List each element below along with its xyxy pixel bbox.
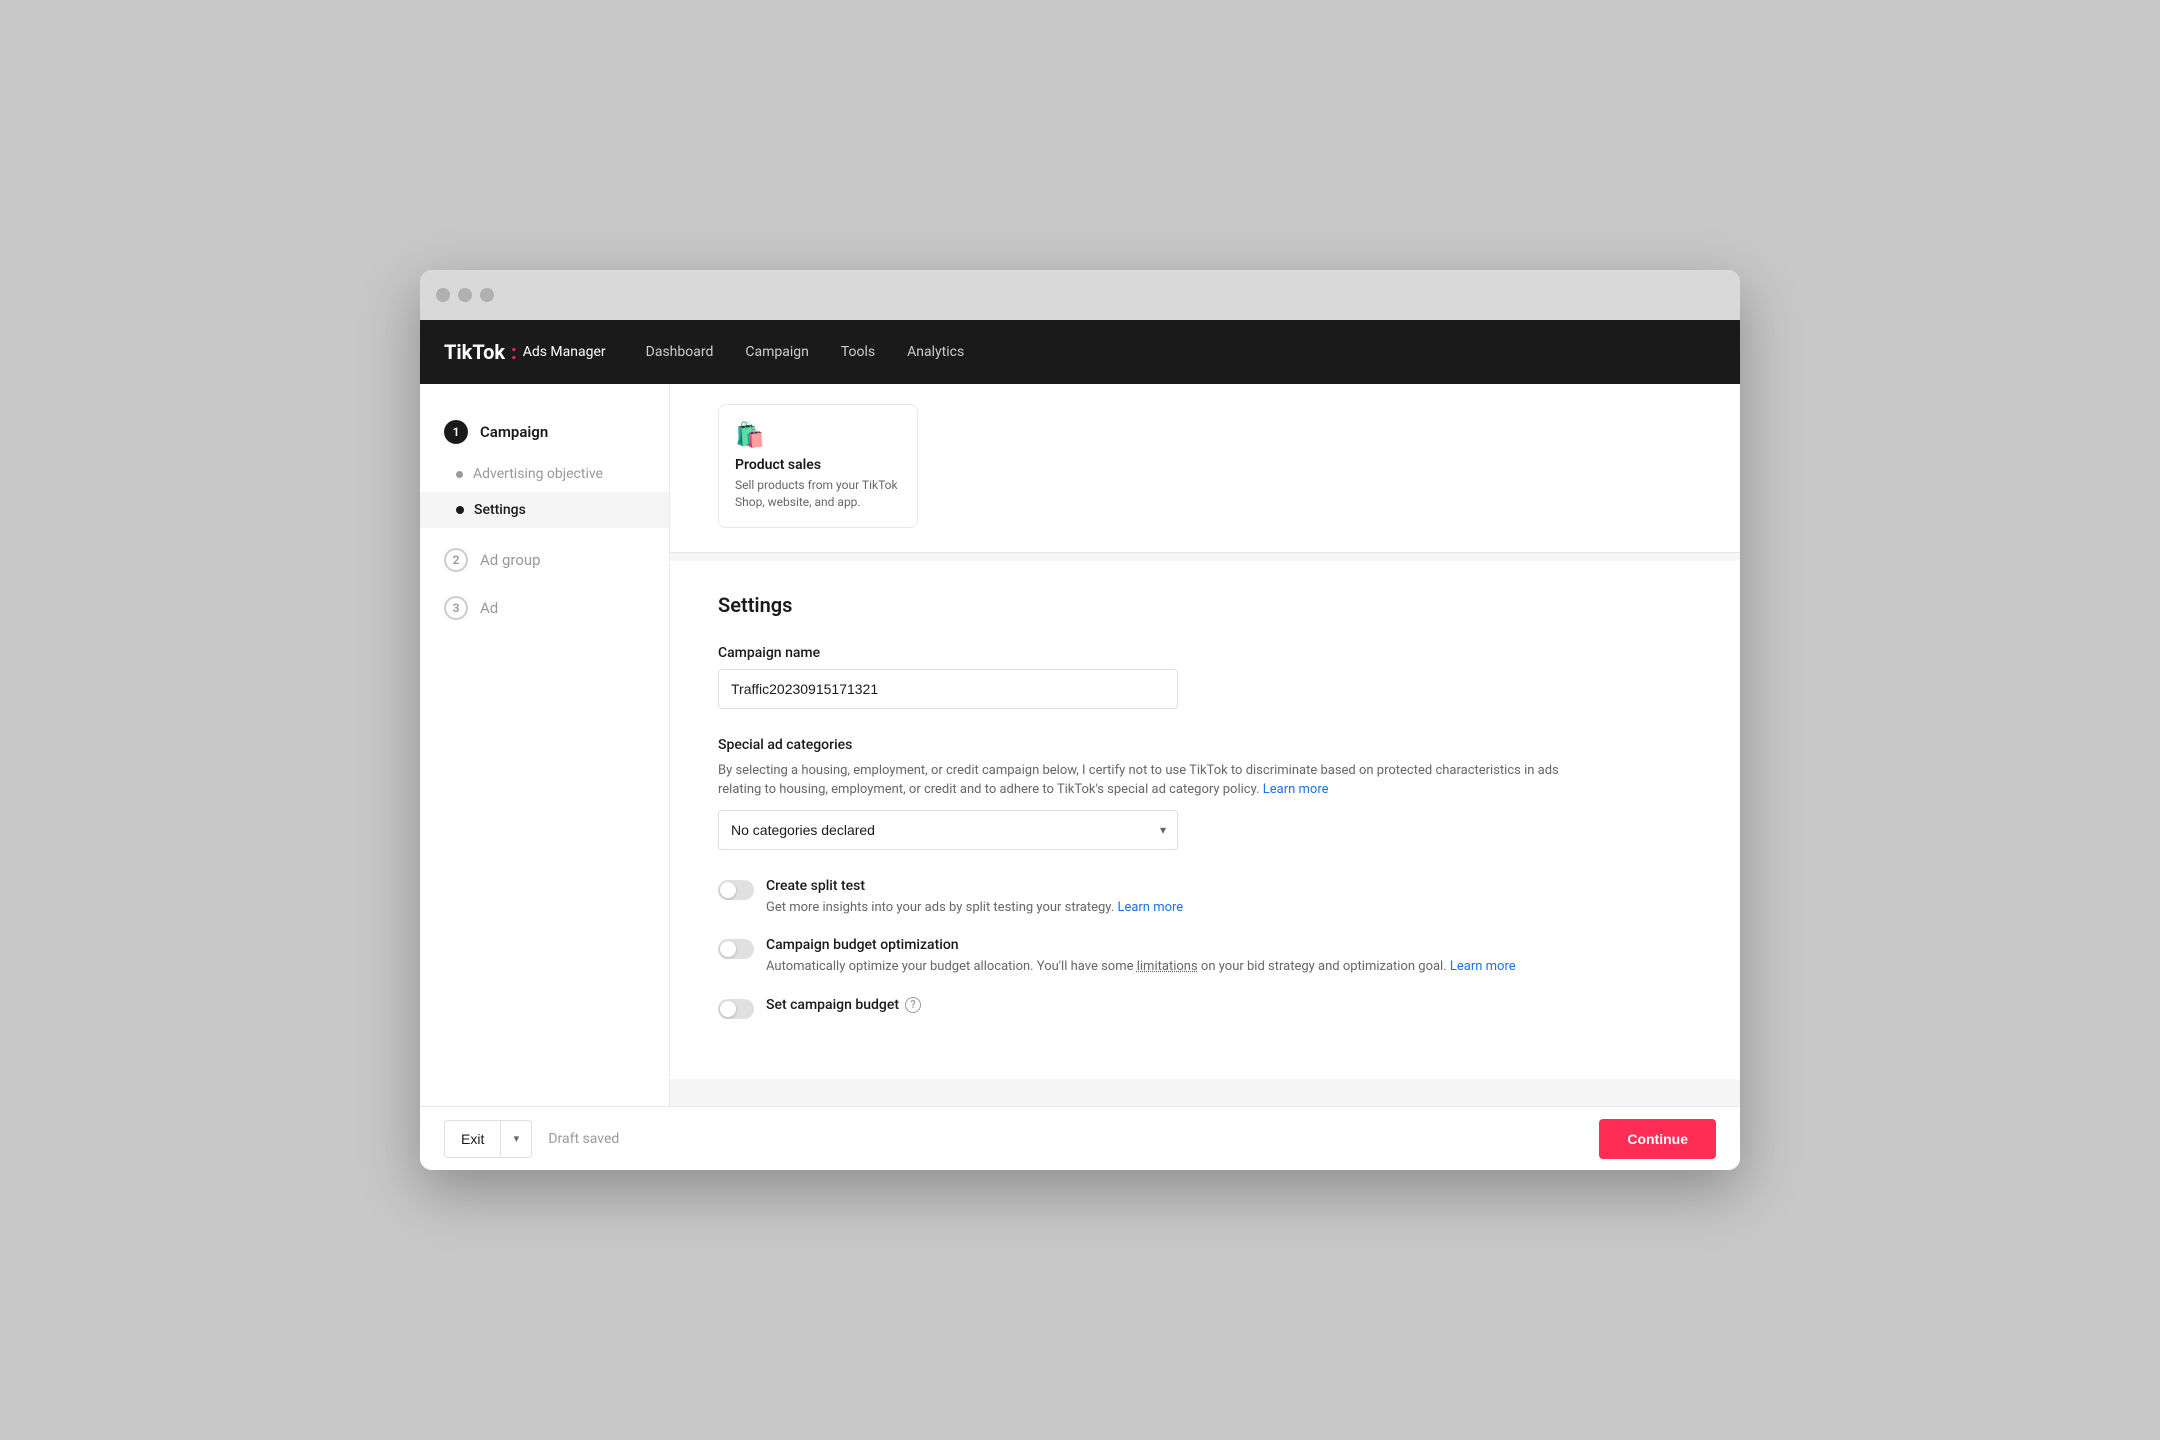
subitem-label-settings: Settings	[474, 502, 526, 518]
split-test-row: Create split test Get more insights into…	[718, 878, 1692, 918]
budget-opt-label: Campaign budget optimization	[766, 937, 1516, 953]
product-sales-title: Product sales	[735, 457, 901, 473]
sidebar-step-campaign[interactable]: 1 Campaign	[420, 408, 669, 456]
bottom-bar: Exit ▾ Draft saved Continue	[420, 1106, 1740, 1170]
budget-opt-toggle-knob	[720, 941, 736, 957]
set-budget-content: Set campaign budget ?	[766, 997, 921, 1017]
draft-saved-text: Draft saved	[548, 1131, 619, 1147]
split-test-label: Create split test	[766, 878, 1183, 894]
step-badge-3: 3	[444, 596, 468, 620]
set-budget-info-icon[interactable]: ?	[905, 997, 921, 1013]
continue-button[interactable]: Continue	[1599, 1119, 1716, 1159]
step-badge-2: 2	[444, 548, 468, 572]
brand-name: TikTok	[444, 340, 505, 364]
subitem-dot-settings	[456, 506, 464, 514]
set-budget-toggle[interactable]	[718, 999, 754, 1019]
special-ad-select[interactable]: No categories declared Housing Employmen…	[718, 810, 1178, 850]
product-name: Ads Manager	[523, 344, 606, 360]
special-ad-label: Special ad categories	[718, 737, 1692, 753]
sidebar-item-settings[interactable]: Settings	[420, 492, 669, 528]
objective-cards: 🛍️ Product sales Sell products from your…	[718, 404, 1692, 528]
settings-title: Settings	[718, 593, 1692, 617]
subitem-label-objective: Advertising objective	[473, 466, 603, 482]
special-ad-learn-more-link[interactable]: Learn more	[1263, 782, 1329, 797]
set-budget-label: Set campaign budget ?	[766, 997, 921, 1013]
objective-section: 🛍️ Product sales Sell products from your…	[670, 384, 1740, 553]
budget-opt-row: Campaign budget optimization Automatical…	[718, 937, 1692, 977]
limitations-text: limitations	[1137, 959, 1198, 974]
nav-tools[interactable]: Tools	[841, 340, 875, 364]
content-area: 🛍️ Product sales Sell products from your…	[670, 384, 1740, 1106]
special-ad-select-wrapper: No categories declared Housing Employmen…	[718, 810, 1178, 850]
exit-chevron-button[interactable]: ▾	[500, 1120, 532, 1158]
budget-opt-learn-more-link[interactable]: Learn more	[1450, 959, 1516, 974]
product-sales-icon: 🛍️	[735, 421, 901, 449]
app-content: TikTok: Ads Manager Dashboard Campaign T…	[420, 320, 1740, 1170]
budget-opt-desc: Automatically optimize your budget alloc…	[766, 957, 1516, 977]
sidebar-ad-label: Ad	[480, 599, 498, 617]
sidebar-item-advertising-objective[interactable]: Advertising objective	[420, 456, 669, 492]
exit-button[interactable]: Exit	[444, 1120, 500, 1158]
product-sales-card[interactable]: 🛍️ Product sales Sell products from your…	[718, 404, 918, 528]
exit-group: Exit ▾	[444, 1120, 532, 1158]
special-ad-field: Special ad categories By selecting a hou…	[718, 737, 1692, 850]
split-test-desc: Get more insights into your ads by split…	[766, 898, 1183, 918]
product-sales-desc: Sell products from your TikTok Shop, web…	[735, 477, 901, 511]
exit-chevron-icon: ▾	[514, 1132, 520, 1145]
maximize-dot	[480, 288, 494, 302]
nav-dashboard[interactable]: Dashboard	[646, 340, 714, 364]
main-layout: 1 Campaign Advertising objective Setting…	[420, 384, 1740, 1106]
sidebar-campaign-label: Campaign	[480, 423, 548, 441]
logo: TikTok: Ads Manager	[444, 340, 606, 364]
bottom-left: Exit ▾ Draft saved	[444, 1120, 619, 1158]
campaign-name-input[interactable]	[718, 669, 1178, 709]
split-test-content: Create split test Get more insights into…	[766, 878, 1183, 918]
split-test-learn-more-link[interactable]: Learn more	[1117, 900, 1183, 915]
nav-campaign[interactable]: Campaign	[745, 340, 808, 364]
special-ad-description: By selecting a housing, employment, or c…	[718, 761, 1578, 800]
set-budget-toggle-knob	[720, 1001, 736, 1017]
close-dot	[436, 288, 450, 302]
split-test-toggle[interactable]	[718, 880, 754, 900]
settings-section: Settings Campaign name Special ad catego…	[670, 561, 1740, 1079]
sidebar-step-ad[interactable]: 3 Ad	[420, 584, 669, 632]
titlebar	[420, 270, 1740, 320]
brand-dot: :	[511, 340, 517, 364]
window-controls	[436, 288, 494, 302]
minimize-dot	[458, 288, 472, 302]
subitem-dot-objective	[456, 471, 463, 478]
budget-opt-content: Campaign budget optimization Automatical…	[766, 937, 1516, 977]
campaign-name-field: Campaign name	[718, 645, 1692, 709]
split-test-toggle-knob	[720, 882, 736, 898]
set-budget-row: Set campaign budget ?	[718, 997, 1692, 1019]
step-badge-1: 1	[444, 420, 468, 444]
campaign-name-label: Campaign name	[718, 645, 1692, 661]
app-window: TikTok: Ads Manager Dashboard Campaign T…	[420, 270, 1740, 1170]
sidebar-step-adgroup[interactable]: 2 Ad group	[420, 536, 669, 584]
budget-opt-toggle[interactable]	[718, 939, 754, 959]
top-navigation: TikTok: Ads Manager Dashboard Campaign T…	[420, 320, 1740, 384]
nav-analytics[interactable]: Analytics	[907, 340, 964, 364]
sidebar: 1 Campaign Advertising objective Setting…	[420, 384, 670, 1106]
nav-items: Dashboard Campaign Tools Analytics	[646, 340, 965, 364]
sidebar-adgroup-label: Ad group	[480, 551, 541, 569]
